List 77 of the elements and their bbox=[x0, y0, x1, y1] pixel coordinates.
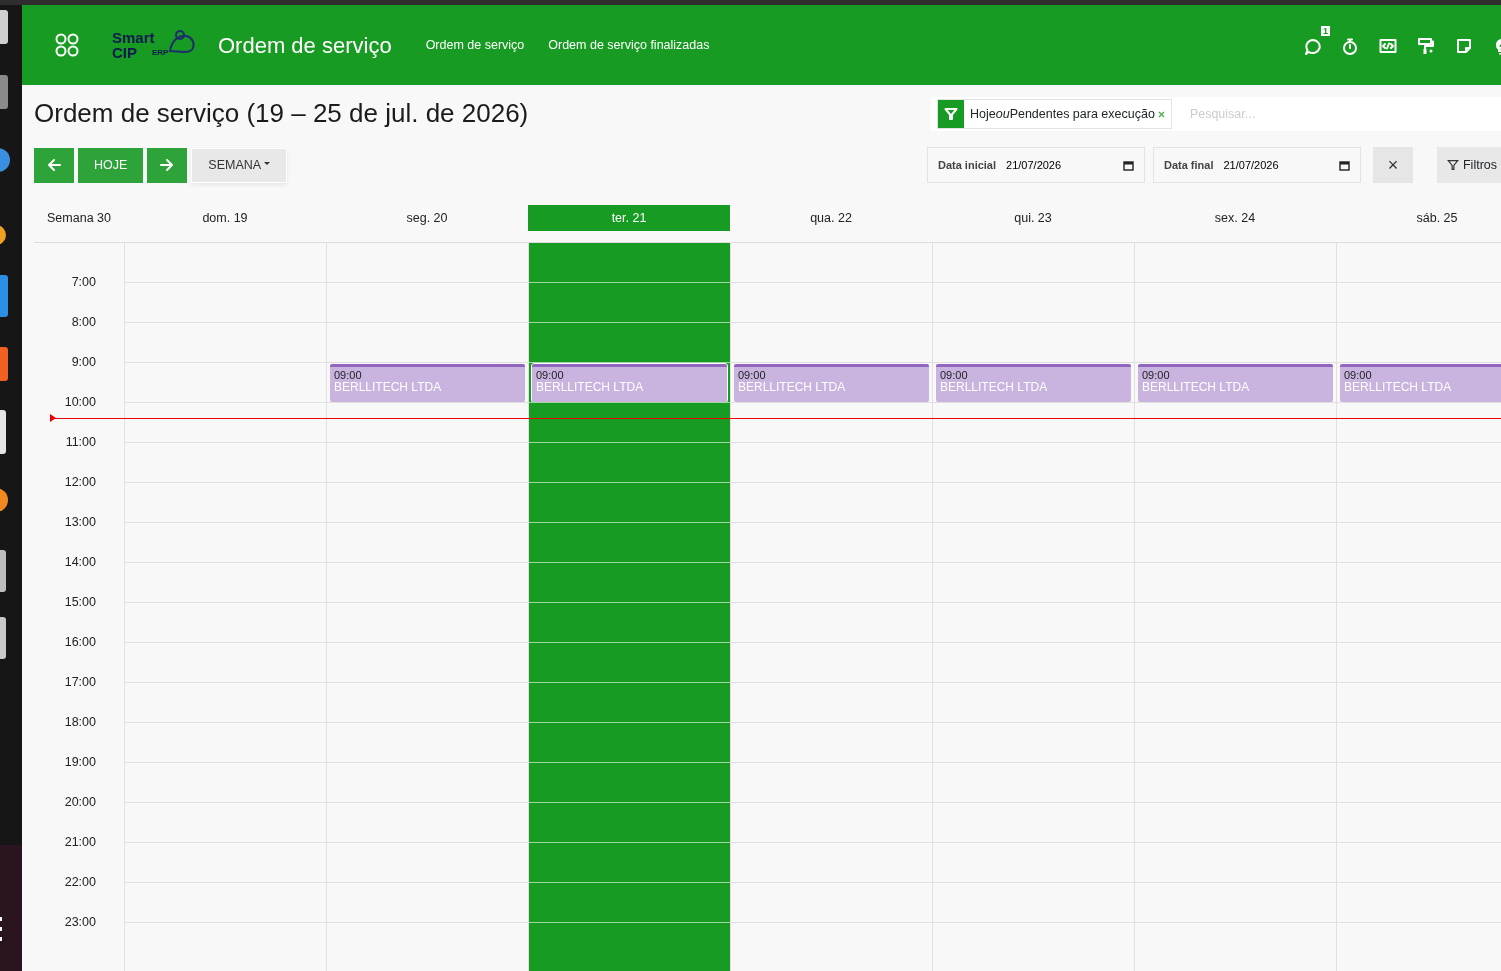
event-time: 09:00 bbox=[738, 369, 767, 381]
date-input[interactable]: 21/07/2026 bbox=[1004, 155, 1105, 175]
arrow-left-icon bbox=[47, 158, 61, 172]
filter-chip-label: HojeouPendentes para execução bbox=[970, 105, 1155, 123]
calendar-icon[interactable] bbox=[1338, 159, 1350, 171]
hour-label: 18:00 bbox=[63, 714, 97, 731]
hour-label: 21:00 bbox=[63, 834, 97, 851]
apps-menu-icon[interactable] bbox=[54, 32, 80, 58]
calendar-event[interactable]: 09:00 BERLLITECH LTDA bbox=[330, 364, 525, 402]
event-title: BERLLITECH LTDA bbox=[738, 381, 847, 393]
page-title: Ordem de serviço (19 – 25 de jul. de 2026) bbox=[34, 98, 529, 130]
mouse-logo-icon bbox=[168, 29, 196, 55]
calendar-event[interactable]: 09:00 BERLLITECH LTDA bbox=[1340, 364, 1501, 402]
hour-label: 9:00 bbox=[70, 354, 97, 371]
filter-chip[interactable]: HojeouPendentes para execução bbox=[937, 99, 1172, 129]
hour-label: 8:00 bbox=[70, 314, 97, 331]
filters-button[interactable]: Filtros bbox=[1436, 147, 1501, 183]
paint-roller-icon[interactable] bbox=[1417, 36, 1435, 55]
hour-label: 11:00 bbox=[64, 434, 97, 451]
calendar-event[interactable]: 09:00 BERLLITECH LTDA bbox=[532, 364, 727, 402]
event-time: 09:00 bbox=[1142, 369, 1171, 381]
date-field[interactable]: Data inicial 21/07/2026 bbox=[926, 147, 1145, 183]
next-button[interactable] bbox=[147, 147, 188, 183]
calendar-event[interactable]: 09:00 BERLLITECH LTDA bbox=[1138, 364, 1333, 402]
hour-label: 14:00 bbox=[63, 554, 97, 571]
filter-icon bbox=[1446, 159, 1459, 171]
arrow-right-icon bbox=[160, 158, 175, 172]
date-field[interactable]: Data final 21/07/2026 bbox=[1152, 147, 1361, 183]
hour-label: 15:00 bbox=[63, 594, 97, 611]
chat-icon[interactable] bbox=[1303, 36, 1321, 55]
note-icon[interactable] bbox=[1455, 36, 1473, 55]
date-field-label: Data inicial bbox=[937, 157, 997, 173]
day-header[interactable]: qua. 22 bbox=[730, 205, 932, 231]
hour-label: 13:00 bbox=[63, 514, 97, 531]
date-input[interactable]: 21/07/2026 bbox=[1221, 155, 1322, 175]
event-time: 09:00 bbox=[1344, 369, 1373, 381]
day-header[interactable]: qui. 23 bbox=[932, 205, 1134, 231]
app-title: Ordem de serviço bbox=[218, 31, 392, 60]
hour-label: 12:00 bbox=[63, 474, 97, 491]
date-field-label: Data final bbox=[1163, 157, 1214, 173]
hour-label: 17:00 bbox=[63, 674, 97, 691]
nav-link[interactable]: Ordem de serviço finalizadas bbox=[548, 35, 710, 55]
event-title: BERLLITECH LTDA bbox=[334, 381, 443, 393]
hour-label: 19:00 bbox=[63, 754, 97, 771]
notification-count: 1 bbox=[1321, 26, 1330, 36]
hour-label: 16:00 bbox=[63, 634, 97, 651]
event-title: BERLLITECH LTDA bbox=[1344, 381, 1453, 393]
current-time-marker-icon bbox=[50, 414, 56, 422]
code-icon[interactable] bbox=[1379, 36, 1397, 55]
event-title: BERLLITECH LTDA bbox=[536, 381, 645, 393]
nav-link[interactable]: Ordem de serviço bbox=[425, 35, 525, 55]
day-header[interactable]: ter. 21 bbox=[528, 205, 730, 231]
calendar-event[interactable]: 09:00 BERLLITECH LTDA bbox=[936, 364, 1131, 402]
previous-button[interactable] bbox=[34, 147, 74, 183]
hour-label: 20:00 bbox=[63, 794, 97, 811]
hour-label: 23:00 bbox=[63, 914, 97, 931]
logo-tag: ERP bbox=[152, 47, 169, 59]
stopwatch-icon[interactable] bbox=[1341, 36, 1359, 55]
clear-button[interactable]: × bbox=[1372, 147, 1413, 183]
event-title: BERLLITECH LTDA bbox=[940, 381, 1049, 393]
day-header[interactable]: sex. 24 bbox=[1134, 205, 1336, 231]
filter-icon bbox=[938, 100, 964, 128]
week-label: Semana 30 bbox=[46, 209, 112, 227]
event-title: BERLLITECH LTDA bbox=[1142, 381, 1251, 393]
hour-label: 10:00 bbox=[63, 394, 97, 411]
calendar-event[interactable]: 09:00 BERLLITECH LTDA bbox=[734, 364, 929, 402]
day-header[interactable]: dom. 19 bbox=[124, 205, 326, 231]
day-header[interactable]: seg. 20 bbox=[326, 205, 528, 231]
day-header[interactable]: sáb. 25 bbox=[1336, 205, 1501, 231]
logo-text: Smart bbox=[112, 30, 155, 45]
calendar-icon[interactable] bbox=[1122, 159, 1134, 171]
hour-label: 7:00 bbox=[70, 274, 97, 291]
event-time: 09:00 bbox=[940, 369, 969, 381]
event-time: 09:00 bbox=[536, 369, 565, 381]
view-dropdown[interactable]: SEMANA bbox=[191, 147, 288, 183]
hour-label: 22:00 bbox=[63, 874, 97, 891]
event-time: 09:00 bbox=[334, 369, 363, 381]
